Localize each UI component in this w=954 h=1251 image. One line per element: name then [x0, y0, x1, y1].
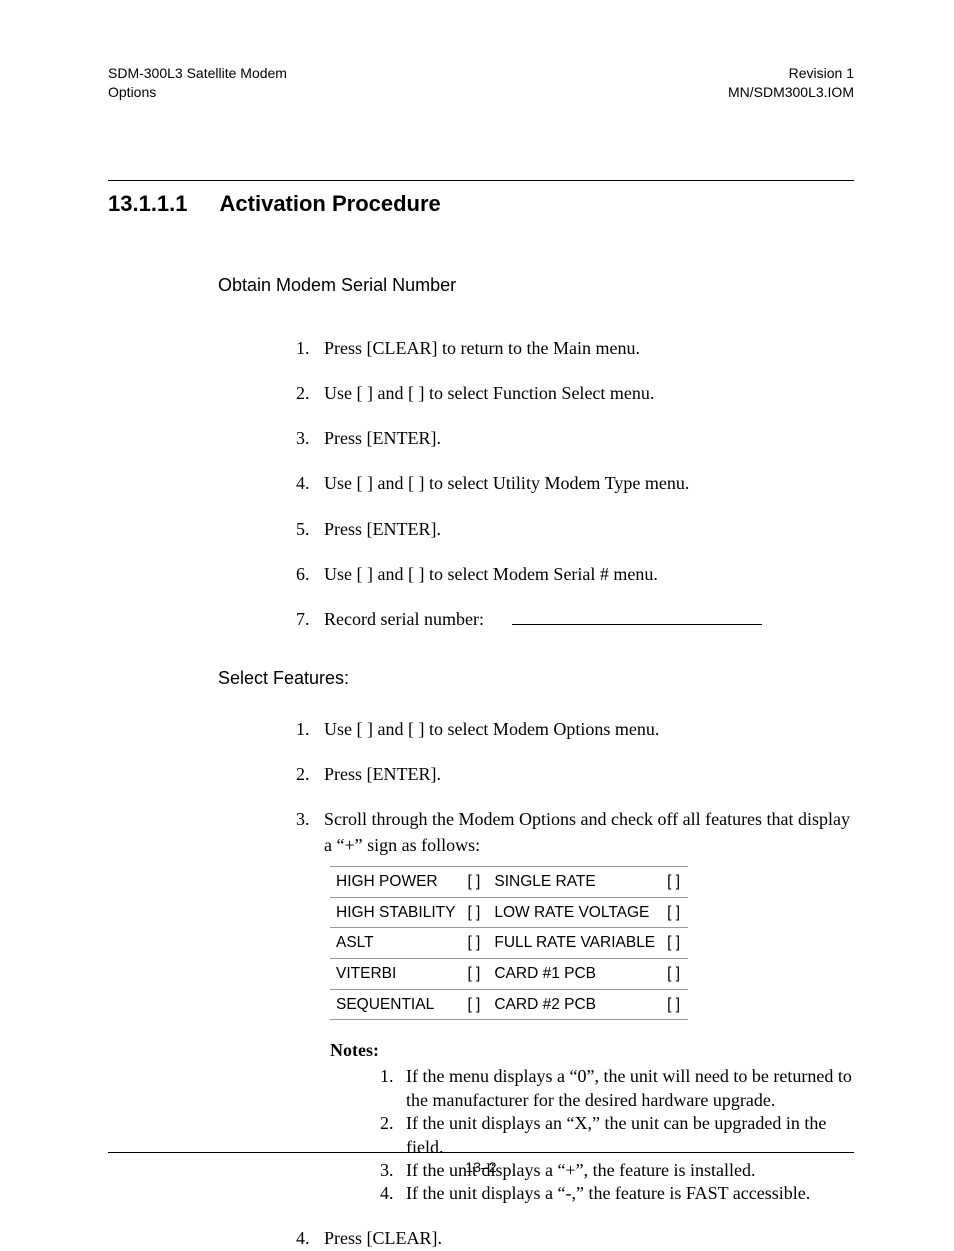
- feature-name: LOW RATE VOLTAGE: [488, 897, 665, 928]
- section-rule: [108, 180, 854, 181]
- feature-check: [ ]: [665, 958, 688, 989]
- notes-block: Notes: If the menu displays a “0”, the u…: [330, 1038, 854, 1206]
- notes-title: Notes:: [330, 1038, 854, 1063]
- step: Press [CLEAR].: [314, 1226, 854, 1251]
- feature-name: SINGLE RATE: [488, 866, 665, 897]
- select-features-heading: Select Features:: [218, 668, 854, 689]
- step: Press [ENTER].: [314, 517, 854, 542]
- table-row: HIGH POWER [ ] SINGLE RATE [ ]: [330, 866, 688, 897]
- header-left-line2: Options: [108, 83, 287, 102]
- table-row: SEQUENTIAL [ ] CARD #2 PCB [ ]: [330, 989, 688, 1020]
- feature-check: [ ]: [465, 928, 488, 959]
- note-item: If the menu displays a “0”, the unit wil…: [398, 1065, 854, 1112]
- table-row: HIGH STABILITY [ ] LOW RATE VOLTAGE [ ]: [330, 897, 688, 928]
- step-text: Record serial number:: [324, 609, 484, 629]
- header-left: SDM-300L3 Satellite Modem Options: [108, 64, 287, 102]
- feature-name: HIGH POWER: [330, 866, 465, 897]
- section-heading: 13.1.1.1 Activation Procedure: [108, 191, 854, 217]
- table-row: ASLT [ ] FULL RATE VARIABLE [ ]: [330, 928, 688, 959]
- feature-check: [ ]: [665, 989, 688, 1020]
- step: Use [ ] and [ ] to select Function Selec…: [314, 381, 854, 406]
- feature-name: CARD #1 PCB: [488, 958, 665, 989]
- page-number: 13–2: [465, 1159, 496, 1175]
- feature-check: [ ]: [665, 897, 688, 928]
- step-text: Scroll through the Modem Options and che…: [324, 809, 850, 854]
- header-right-line2: MN/SDM300L3.IOM: [728, 83, 854, 102]
- serial-number-blank: [512, 607, 762, 625]
- step: Record serial number:: [314, 607, 854, 632]
- step: Press [ENTER].: [314, 426, 854, 451]
- header-right-line1: Revision 1: [728, 64, 854, 83]
- obtain-serial-steps: Press [CLEAR] to return to the Main menu…: [298, 336, 854, 632]
- feature-name: FULL RATE VARIABLE: [488, 928, 665, 959]
- table-row: VITERBI [ ] CARD #1 PCB [ ]: [330, 958, 688, 989]
- feature-check: [ ]: [465, 958, 488, 989]
- section-title: Activation Procedure: [220, 191, 441, 217]
- feature-name: VITERBI: [330, 958, 465, 989]
- step: Use [ ] and [ ] to select Modem Serial #…: [314, 562, 854, 587]
- notes-list: If the menu displays a “0”, the unit wil…: [386, 1065, 854, 1205]
- feature-name: CARD #2 PCB: [488, 989, 665, 1020]
- feature-check: [ ]: [465, 897, 488, 928]
- feature-name: ASLT: [330, 928, 465, 959]
- step: Scroll through the Modem Options and che…: [314, 807, 854, 1205]
- page-header: SDM-300L3 Satellite Modem Options Revisi…: [108, 64, 854, 102]
- feature-name: HIGH STABILITY: [330, 897, 465, 928]
- step: Press [CLEAR] to return to the Main menu…: [314, 336, 854, 361]
- features-table: HIGH POWER [ ] SINGLE RATE [ ] HIGH STAB…: [330, 866, 688, 1020]
- obtain-serial-heading: Obtain Modem Serial Number: [218, 275, 854, 296]
- feature-check: [ ]: [665, 928, 688, 959]
- feature-check: [ ]: [465, 989, 488, 1020]
- feature-name: SEQUENTIAL: [330, 989, 465, 1020]
- note-item: If the unit displays a “-,” the feature …: [398, 1182, 854, 1205]
- step: Use [ ] and [ ] to select Modem Options …: [314, 717, 854, 742]
- step: Press [ENTER].: [314, 762, 854, 787]
- header-left-line1: SDM-300L3 Satellite Modem: [108, 64, 287, 83]
- page-footer: 13–2: [108, 1152, 854, 1175]
- feature-check: [ ]: [465, 866, 488, 897]
- section-number: 13.1.1.1: [108, 191, 188, 217]
- feature-check: [ ]: [665, 866, 688, 897]
- step: Use [ ] and [ ] to select Utility Modem …: [314, 471, 854, 496]
- header-right: Revision 1 MN/SDM300L3.IOM: [728, 64, 854, 102]
